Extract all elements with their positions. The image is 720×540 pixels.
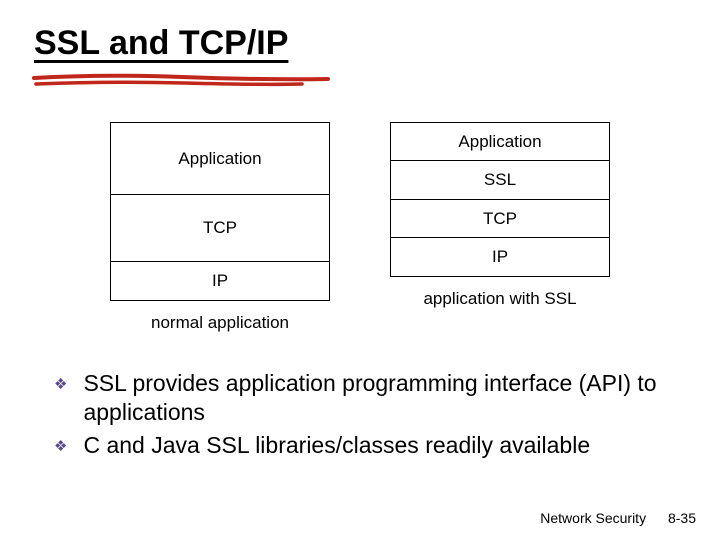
diamond-bullet-icon: ❖ xyxy=(54,437,67,455)
normal-tcp-layer: TCP xyxy=(110,194,330,262)
normal-ip-layer: IP xyxy=(110,261,330,301)
bullet-item: ❖ SSL provides application programming i… xyxy=(54,369,680,428)
diamond-bullet-icon: ❖ xyxy=(54,375,67,393)
bullet-item: ❖ C and Java SSL libraries/classes readi… xyxy=(54,431,680,460)
normal-app-layer: Application xyxy=(110,122,330,196)
footer-section: Network Security xyxy=(540,510,646,526)
title-underline-accent xyxy=(32,72,332,90)
slide-footer: Network Security 8-35 xyxy=(540,510,696,526)
bullet-list: ❖ SSL provides application programming i… xyxy=(54,369,680,461)
ssl-app-layer: Application xyxy=(390,122,610,162)
ssl-stack: Application SSL TCP IP application with … xyxy=(390,123,610,333)
footer-page: 8-35 xyxy=(668,510,696,526)
normal-stack: Application TCP IP normal application xyxy=(110,123,330,333)
ssl-caption: application with SSL xyxy=(423,289,576,309)
slide-title: SSL and TCP/IP xyxy=(0,0,720,67)
ssl-tcp-layer: TCP xyxy=(390,199,610,239)
bullet-text: SSL provides application programming int… xyxy=(83,369,680,428)
normal-caption: normal application xyxy=(151,313,289,333)
ssl-ssl-layer: SSL xyxy=(390,160,610,200)
ssl-ip-layer: IP xyxy=(390,237,610,277)
diagram-area: Application TCP IP normal application Ap… xyxy=(0,123,720,333)
bullet-text: C and Java SSL libraries/classes readily… xyxy=(83,431,590,460)
